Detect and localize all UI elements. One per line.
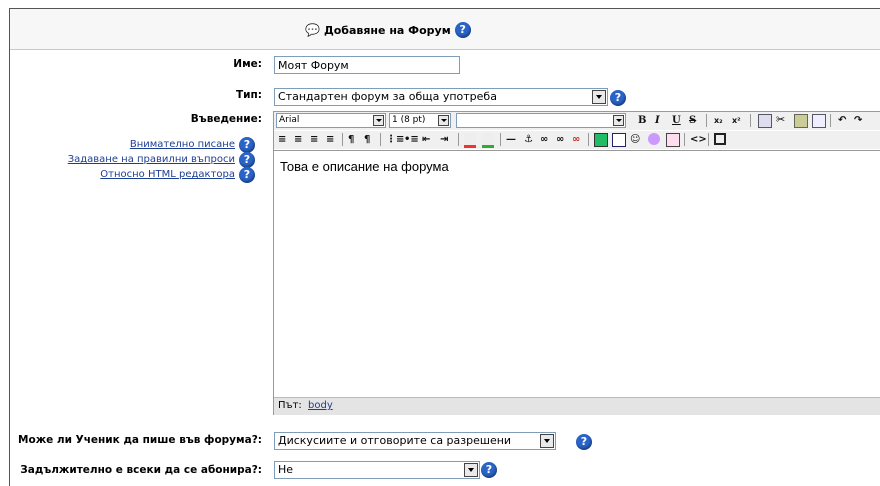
image-icon[interactable] <box>594 133 608 147</box>
editor-text: Това е описание на форума <box>280 159 449 174</box>
superscript-button[interactable]: x² <box>732 113 741 128</box>
fullscreen-icon[interactable] <box>714 133 726 145</box>
style-select[interactable] <box>456 113 626 128</box>
align-left-icon[interactable]: ≡ <box>278 132 286 147</box>
html-source-icon[interactable]: <> <box>690 132 707 147</box>
editor-toolbar-1: Arial 1 (8 pt) B I U S x₂ x² ✂ ↶ ↷ <box>274 112 880 130</box>
chevron-down-icon <box>540 434 554 448</box>
type-select[interactable]: Стандартен форум за обща употреба <box>274 88 608 106</box>
copy-icon[interactable] <box>758 114 772 128</box>
help-icon[interactable]: ? <box>454 22 471 38</box>
subscribe-select[interactable]: Не <box>274 461 480 479</box>
italic-button[interactable]: I <box>655 113 660 128</box>
forum-icon: 💬 <box>305 23 320 37</box>
unordered-list-icon[interactable]: •≡ <box>404 132 419 147</box>
editor-toolbar-2: ≡ ≡ ≡ ≡ ¶ ¶ ⋮≡ •≡ ⇤ ⇥ — ⚓ ∞ ∞ ∞ ☺ <> <box>274 131 880 149</box>
paste-icon[interactable] <box>794 114 808 128</box>
undo-icon[interactable]: ↶ <box>838 113 846 128</box>
path-label: Път: <box>278 400 302 411</box>
text-color-icon[interactable] <box>464 133 476 148</box>
search-replace-icon[interactable] <box>666 133 680 147</box>
nolink-icon[interactable]: ∞ <box>572 132 580 147</box>
help-link-questions[interactable]: Задаване на правилни въпроси <box>68 154 235 165</box>
chevron-down-icon <box>592 90 606 104</box>
intro-label: Въведение: <box>190 113 262 125</box>
unlink-icon[interactable]: ∞ <box>556 132 564 147</box>
toolbar-divider <box>830 114 831 127</box>
post-select[interactable]: Дискусиите и отговорите са разрешени <box>274 432 556 450</box>
post-label: Може ли Ученик да пише във форума?: <box>18 434 262 446</box>
path-link[interactable]: body <box>308 400 333 411</box>
toolbar-divider <box>750 114 751 127</box>
toolbar-divider <box>342 133 343 146</box>
paste-word-icon[interactable] <box>812 114 826 128</box>
background-color-icon[interactable] <box>482 133 494 148</box>
chevron-down-icon <box>613 115 624 126</box>
help-icon[interactable]: ? <box>239 152 255 168</box>
help-icon[interactable]: ? <box>610 90 626 106</box>
help-icon[interactable]: ? <box>239 137 255 153</box>
indent-icon[interactable]: ⇥ <box>440 132 448 147</box>
table-icon[interactable] <box>612 133 626 147</box>
align-center-icon[interactable]: ≡ <box>294 132 302 147</box>
toolbar-divider <box>458 133 459 146</box>
anchor-icon[interactable]: ⚓ <box>524 132 533 147</box>
help-icon[interactable]: ? <box>481 462 497 478</box>
font-select[interactable]: Arial <box>276 113 386 128</box>
html-editor: Arial 1 (8 pt) B I U S x₂ x² ✂ ↶ ↷ ≡ ≡ ≡… <box>273 111 880 415</box>
chevron-down-icon <box>373 115 384 126</box>
redo-icon[interactable]: ↷ <box>854 113 862 128</box>
toolbar-divider <box>588 133 589 146</box>
chevron-down-icon <box>464 463 478 477</box>
name-label: Име: <box>233 58 262 70</box>
size-select[interactable]: 1 (8 pt) <box>389 113 451 128</box>
toolbar-divider <box>380 133 381 146</box>
name-input[interactable] <box>274 56 460 74</box>
help-link-html-editor[interactable]: Относно HTML редактора <box>100 169 235 180</box>
outdent-icon[interactable]: ⇤ <box>422 132 430 147</box>
underline-button[interactable]: U <box>672 113 681 128</box>
bold-button[interactable]: B <box>638 113 646 128</box>
form-frame: 💬 Добавяне на Форум ? Име: Тип: Стандарт… <box>9 8 880 486</box>
rtl-icon[interactable]: ¶ <box>364 132 370 147</box>
help-icon[interactable]: ? <box>576 434 592 450</box>
ordered-list-icon[interactable]: ⋮≡ <box>386 132 404 147</box>
strikethrough-button[interactable]: S <box>689 113 696 128</box>
align-right-icon[interactable]: ≡ <box>310 132 318 147</box>
subscript-button[interactable]: x₂ <box>714 113 723 128</box>
type-label: Тип: <box>236 89 262 101</box>
page-title: 💬 Добавяне на Форум ? <box>305 22 471 38</box>
toolbar-divider <box>684 133 685 146</box>
toolbar-divider <box>500 133 501 146</box>
justify-icon[interactable]: ≡ <box>326 132 334 147</box>
help-link-writing[interactable]: Внимателно писане <box>130 139 235 150</box>
horizontal-rule-icon[interactable]: — <box>506 132 516 147</box>
form-header: 💬 Добавяне на Форум ? <box>10 9 880 50</box>
link-icon[interactable]: ∞ <box>540 132 548 147</box>
toolbar-divider <box>708 133 709 146</box>
help-icon[interactable]: ? <box>239 167 255 183</box>
smiley-icon[interactable]: ☺ <box>630 132 640 147</box>
editor-content[interactable]: Това е описание на форума <box>274 150 880 397</box>
ltr-icon[interactable]: ¶ <box>348 132 354 147</box>
toolbar-divider <box>706 114 707 127</box>
chevron-down-icon <box>438 115 449 126</box>
special-char-icon[interactable] <box>648 133 660 145</box>
cut-icon[interactable]: ✂ <box>776 114 788 126</box>
editor-path-bar: Път: body <box>274 397 880 415</box>
subscribe-label: Задължително е всеки да се абонира?: <box>20 464 262 476</box>
